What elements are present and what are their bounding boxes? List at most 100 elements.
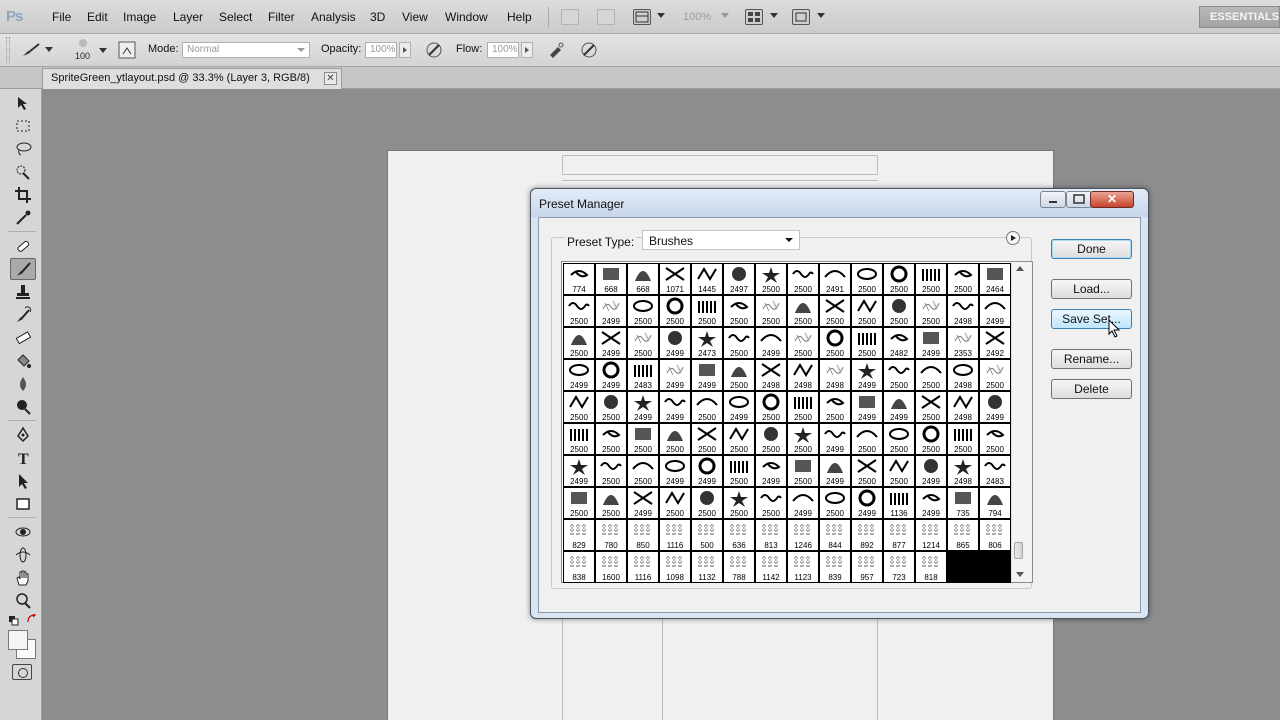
blur-tool-icon[interactable] bbox=[10, 373, 36, 395]
brush-preset[interactable]: 2500 bbox=[723, 295, 755, 327]
pen-tool-icon[interactable] bbox=[10, 424, 36, 446]
brush-preset[interactable]: 2500 bbox=[851, 295, 883, 327]
brush-preset[interactable]: 2500 bbox=[563, 295, 595, 327]
opacity-field[interactable]: 100% bbox=[365, 42, 397, 58]
airbrush-icon[interactable] bbox=[546, 41, 566, 62]
workspace-switcher[interactable]: ESSENTIALS bbox=[1199, 6, 1280, 28]
scroll-down-icon[interactable] bbox=[1016, 572, 1024, 577]
brush-preset[interactable]: 2499 bbox=[915, 455, 947, 487]
brush-preset[interactable]: 1123 bbox=[787, 551, 819, 583]
hand-tool-icon[interactable] bbox=[10, 567, 36, 589]
brush-preset[interactable]: 2500 bbox=[563, 327, 595, 359]
brush-preset[interactable]: 1116 bbox=[659, 519, 691, 551]
chevron-down-icon[interactable] bbox=[45, 47, 53, 52]
zoom-level[interactable]: 100% bbox=[683, 11, 711, 23]
brush-preset[interactable]: 2499 bbox=[915, 327, 947, 359]
document-tab[interactable]: SpriteGreen_ytlayout.psd @ 33.3% (Layer … bbox=[42, 68, 342, 89]
brush-preset[interactable]: 636 bbox=[723, 519, 755, 551]
brush-preset[interactable]: 2498 bbox=[787, 359, 819, 391]
brush-preset[interactable]: 2500 bbox=[723, 487, 755, 519]
menu-3d[interactable]: 3D bbox=[370, 10, 385, 24]
brush-preset[interactable]: 2499 bbox=[659, 391, 691, 423]
brush-preset[interactable]: 2500 bbox=[883, 263, 915, 295]
brush-preset[interactable]: 813 bbox=[755, 519, 787, 551]
delete-button[interactable]: Delete bbox=[1051, 379, 1132, 399]
vertical-scrollbar[interactable] bbox=[1011, 262, 1032, 582]
brush-preset[interactable]: 2500 bbox=[659, 487, 691, 519]
marquee-tool-icon[interactable] bbox=[10, 115, 36, 137]
brush-preset[interactable]: 2500 bbox=[883, 295, 915, 327]
brush-preset[interactable]: 500 bbox=[691, 519, 723, 551]
brush-preset[interactable]: 2500 bbox=[755, 295, 787, 327]
brush-preset[interactable]: 2498 bbox=[819, 359, 851, 391]
3d-orbit-tool-icon[interactable] bbox=[10, 544, 36, 566]
brush-preset[interactable]: 2499 bbox=[691, 455, 723, 487]
brush-preset[interactable]: 2492 bbox=[979, 327, 1011, 359]
menu-file[interactable]: File bbox=[52, 10, 71, 24]
brush-preset[interactable]: 844 bbox=[819, 519, 851, 551]
brush-preset[interactable]: 2500 bbox=[787, 455, 819, 487]
brush-preset[interactable]: 2500 bbox=[915, 263, 947, 295]
view-extras-icon[interactable] bbox=[633, 9, 651, 25]
brush-preset[interactable]: 2499 bbox=[755, 455, 787, 487]
dodge-tool-icon[interactable] bbox=[10, 396, 36, 418]
opacity-slider-toggle[interactable] bbox=[399, 42, 411, 58]
brush-preset[interactable]: 1445 bbox=[691, 263, 723, 295]
clone-stamp-tool-icon[interactable] bbox=[10, 281, 36, 303]
brush-preset[interactable]: 2500 bbox=[627, 455, 659, 487]
screen-mode-icon[interactable] bbox=[792, 9, 810, 25]
brush-preset[interactable]: 2500 bbox=[595, 487, 627, 519]
preset-type-select[interactable]: Brushes bbox=[642, 230, 800, 250]
menu-window[interactable]: Window bbox=[445, 10, 488, 24]
brush-preset[interactable]: 2500 bbox=[755, 391, 787, 423]
brush-preset[interactable]: 2498 bbox=[947, 295, 979, 327]
brush-preset[interactable]: 2500 bbox=[755, 263, 787, 295]
chevron-down-icon[interactable] bbox=[770, 13, 778, 18]
brush-preset[interactable]: 2499 bbox=[595, 359, 627, 391]
brush-preset[interactable]: 2500 bbox=[787, 423, 819, 455]
quick-selection-tool-icon[interactable] bbox=[10, 161, 36, 183]
brush-preset[interactable]: 2500 bbox=[851, 423, 883, 455]
brush-preset[interactable]: 2499 bbox=[819, 455, 851, 487]
menu-select[interactable]: Select bbox=[219, 10, 252, 24]
brush-preset[interactable]: 957 bbox=[851, 551, 883, 583]
brush-preset[interactable]: 2500 bbox=[851, 263, 883, 295]
brush-preset[interactable]: 2500 bbox=[563, 423, 595, 455]
brush-preset[interactable]: 2500 bbox=[595, 455, 627, 487]
brush-preset[interactable]: 2500 bbox=[755, 423, 787, 455]
brush-preset[interactable]: 2500 bbox=[659, 295, 691, 327]
brush-preset[interactable]: 2499 bbox=[851, 359, 883, 391]
brush-preset[interactable]: 2498 bbox=[755, 359, 787, 391]
brush-preset[interactable]: 668 bbox=[595, 263, 627, 295]
brush-preset[interactable]: 794 bbox=[979, 487, 1011, 519]
scroll-up-icon[interactable] bbox=[1016, 266, 1024, 271]
brush-preset[interactable]: 1098 bbox=[659, 551, 691, 583]
brush-preset[interactable]: 2499 bbox=[723, 391, 755, 423]
brush-preset[interactable]: 2500 bbox=[691, 391, 723, 423]
brush-preset[interactable]: 2473 bbox=[691, 327, 723, 359]
brush-preset[interactable]: 2500 bbox=[915, 391, 947, 423]
brush-preset[interactable]: 2500 bbox=[883, 423, 915, 455]
rectangle-tool-icon[interactable] bbox=[10, 493, 36, 515]
brush-preset[interactable]: 2499 bbox=[979, 391, 1011, 423]
brush-preset[interactable]: 2353 bbox=[947, 327, 979, 359]
brush-preset[interactable]: 1246 bbox=[787, 519, 819, 551]
default-colors-icon[interactable] bbox=[9, 615, 19, 626]
brush-preset[interactable]: 2499 bbox=[595, 327, 627, 359]
brush-preset[interactable]: 1142 bbox=[755, 551, 787, 583]
brush-preset[interactable]: 2497 bbox=[723, 263, 755, 295]
path-selection-tool-icon[interactable] bbox=[10, 470, 36, 492]
brush-preset[interactable]: 2500 bbox=[787, 327, 819, 359]
maximize-button[interactable] bbox=[1066, 191, 1092, 208]
brush-preset[interactable]: 2500 bbox=[787, 263, 819, 295]
brush-preset[interactable]: 2500 bbox=[595, 423, 627, 455]
brush-preset[interactable]: 2499 bbox=[627, 391, 659, 423]
brush-preset[interactable]: 2499 bbox=[659, 359, 691, 391]
brush-preset[interactable]: 877 bbox=[883, 519, 915, 551]
brush-preset[interactable]: 2500 bbox=[723, 423, 755, 455]
eyedropper-tool-icon[interactable] bbox=[10, 207, 36, 229]
brush-preset[interactable]: 806 bbox=[979, 519, 1011, 551]
lasso-tool-icon[interactable] bbox=[10, 138, 36, 160]
brush-preset[interactable]: 2483 bbox=[627, 359, 659, 391]
brush-preset[interactable]: 1071 bbox=[659, 263, 691, 295]
